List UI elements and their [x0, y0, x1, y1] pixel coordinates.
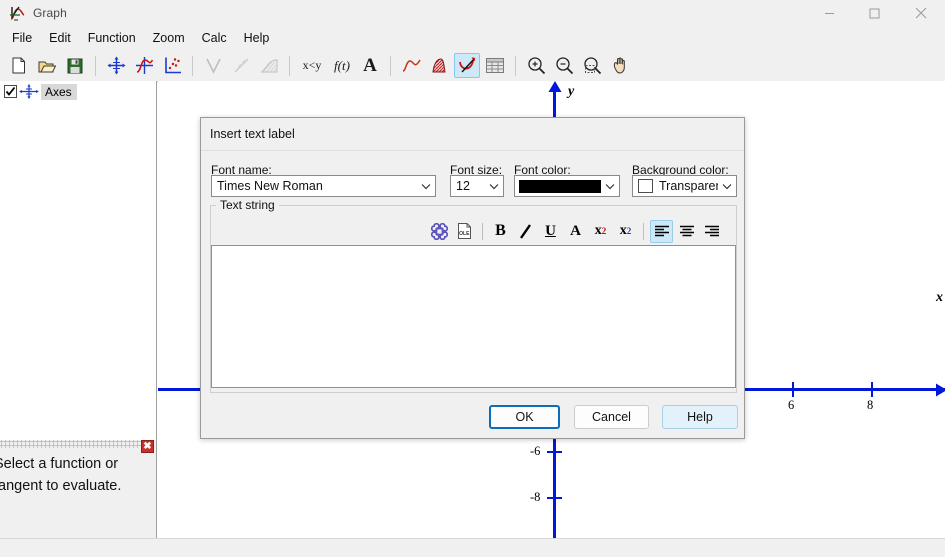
y-tick-label: -6: [530, 444, 540, 459]
insert-pointseries-icon[interactable]: [159, 53, 185, 78]
align-left-button[interactable]: [650, 220, 673, 243]
maximize-button[interactable]: [852, 0, 897, 26]
table-icon[interactable]: [482, 53, 508, 78]
insert-relation-icon[interactable]: [200, 53, 226, 78]
font-size-combo[interactable]: 12: [450, 175, 504, 197]
text-string-legend: Text string: [216, 198, 279, 212]
menu-function[interactable]: Function: [80, 28, 144, 48]
superscript-button[interactable]: x2: [589, 220, 612, 243]
ok-button[interactable]: OK: [489, 405, 560, 429]
subscript-button[interactable]: x2: [614, 220, 637, 243]
text-string-input[interactable]: [211, 245, 736, 388]
chevron-down-icon[interactable]: [417, 183, 435, 190]
trendline-icon[interactable]: [398, 53, 424, 78]
x-tick-mark: [792, 382, 794, 397]
insert-inequality-icon[interactable]: x<y: [297, 53, 327, 78]
help-button[interactable]: Help: [662, 405, 738, 429]
open-file-icon[interactable]: [34, 53, 60, 78]
graph-application-window: Graph File Edit Function Zoom Calc Help: [0, 0, 945, 557]
title-bar: Graph: [0, 0, 945, 26]
evaluate-tangent-icon[interactable]: [454, 53, 480, 78]
font-color-swatch: [519, 180, 601, 193]
align-center-button[interactable]: [675, 220, 698, 243]
cancel-button[interactable]: Cancel: [574, 405, 649, 429]
evaluate-hint-panel: ✖ Select a function or tangent to evalua…: [0, 440, 157, 538]
insert-text-label-icon[interactable]: A: [357, 53, 383, 78]
menu-zoom[interactable]: Zoom: [145, 28, 193, 48]
text-format-toolbar: OLE B U A x2 x2: [210, 216, 737, 246]
format-divider: [482, 223, 483, 240]
y-axis-arrowhead: [546, 81, 564, 95]
x-axis-arrowhead: [933, 381, 945, 399]
y-tick-mark: [547, 497, 562, 499]
menu-calc[interactable]: Calc: [194, 28, 235, 48]
zoom-window-icon[interactable]: [579, 53, 605, 78]
chevron-down-icon[interactable]: [485, 183, 503, 190]
insert-function-icon[interactable]: [131, 53, 157, 78]
hint-message: Select a function or tangent to evaluate…: [0, 453, 164, 497]
background-color-swatch: [638, 179, 653, 193]
font-name-combo[interactable]: Times New Roman: [211, 175, 436, 197]
tree-item-axes[interactable]: Axes: [0, 83, 156, 100]
status-bar: [0, 538, 945, 557]
font-color-combo[interactable]: [514, 175, 620, 197]
italic-button[interactable]: [514, 220, 537, 243]
background-color-value: Transparent: [653, 179, 718, 193]
hint-drag-grip[interactable]: [0, 440, 148, 448]
font-size-value: 12: [451, 179, 485, 193]
menu-file[interactable]: File: [4, 28, 40, 48]
chevron-down-icon[interactable]: [718, 183, 736, 190]
dialog-title-divider: [201, 150, 744, 151]
zoom-in-icon[interactable]: [523, 53, 549, 78]
strikethrough-button[interactable]: A: [564, 220, 587, 243]
minimize-button[interactable]: [807, 0, 852, 26]
dialog-title: Insert text label: [210, 127, 295, 141]
bold-button[interactable]: B: [489, 220, 512, 243]
y-tick-label: -8: [530, 490, 540, 505]
insert-axes-icon[interactable]: [103, 53, 129, 78]
menu-help[interactable]: Help: [236, 28, 278, 48]
align-right-button[interactable]: [700, 220, 723, 243]
tree-item-axes-label: Axes: [41, 84, 77, 100]
insert-parametric-icon[interactable]: f(t): [329, 53, 355, 78]
chevron-down-icon[interactable]: [601, 183, 619, 190]
underline-button[interactable]: U: [539, 220, 562, 243]
hint-close-icon[interactable]: ✖: [141, 440, 154, 453]
close-button[interactable]: [897, 0, 945, 26]
pan-hand-icon[interactable]: [607, 53, 633, 78]
axes-icon: [19, 84, 39, 99]
x-tick-mark: [871, 382, 873, 397]
window-title: Graph: [33, 6, 67, 20]
background-color-combo[interactable]: Transparent: [632, 175, 737, 197]
svg-text:OLE: OLE: [459, 231, 470, 237]
menu-bar: File Edit Function Zoom Calc Help: [0, 26, 945, 50]
new-file-icon[interactable]: [6, 53, 32, 78]
insert-symbol-icon[interactable]: [428, 220, 451, 243]
insert-shading-icon[interactable]: [256, 53, 282, 78]
x-axis-label: x: [936, 290, 943, 306]
x-tick-label: 6: [788, 398, 794, 413]
zoom-out-icon[interactable]: [551, 53, 577, 78]
main-toolbar: x<y f(t) A: [0, 50, 945, 82]
x-tick-label: 8: [867, 398, 873, 413]
insert-ole-object-icon[interactable]: OLE: [453, 220, 476, 243]
axes-visible-checkbox[interactable]: [4, 85, 17, 98]
save-file-icon[interactable]: [62, 53, 88, 78]
window-controls: [807, 0, 945, 26]
y-axis-label: y: [568, 84, 574, 100]
graph-app-icon: [8, 4, 26, 22]
insert-tangent-icon[interactable]: [228, 53, 254, 78]
font-name-value: Times New Roman: [212, 179, 417, 193]
y-tick-mark: [547, 451, 562, 453]
menu-edit[interactable]: Edit: [41, 28, 79, 48]
fill-area-icon[interactable]: [426, 53, 452, 78]
format-divider: [643, 223, 644, 240]
